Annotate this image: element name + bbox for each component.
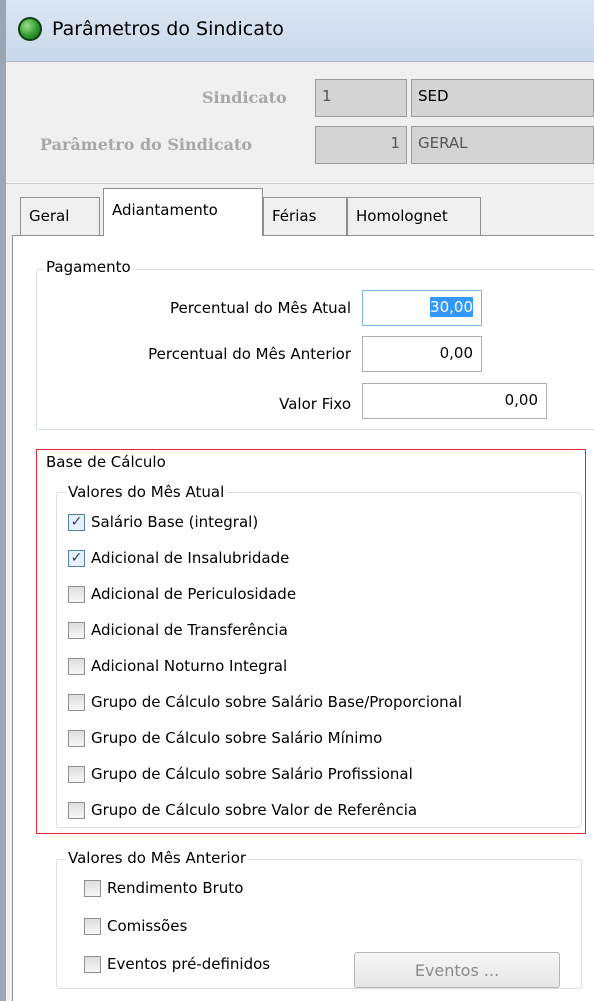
title-bar[interactable]: Parâmetros do Sindicato [6,0,594,62]
tab-geral[interactable]: Geral [20,197,100,235]
checkbox-label: Rendimento Bruto [107,879,244,897]
checkbox-row[interactable]: Comissões [84,914,187,938]
sindicato-code-field[interactable]: 1 [315,79,407,117]
sindicato-label: Sindicato [202,88,287,107]
checkbox[interactable] [84,879,101,897]
checkbox-row[interactable]: Rendimento Bruto [84,876,243,900]
percentual-anterior-label: Percentual do Mês Anterior [148,345,351,363]
sindicato-name-field[interactable]: SED [411,79,594,117]
highlight-box [36,449,586,834]
percentual-anterior-input[interactable]: 0,00 [362,336,482,372]
tab-ferias[interactable]: Férias [263,197,347,235]
window: Parâmetros do Sindicato Sindicato 1 SED … [0,0,594,1001]
checkbox-label: Eventos pré-definidos [107,955,271,973]
window-title: Parâmetros do Sindicato [52,18,284,40]
parametro-label: Parâmetro do Sindicato [40,135,253,154]
parametro-code-field[interactable]: 1 [315,126,407,164]
divider [6,183,594,184]
percentual-atual-label: Percentual do Mês Atual [169,299,351,317]
percentual-atual-input[interactable]: 30,00 [362,290,482,326]
valor-fixo-input[interactable]: 0,00 [362,383,547,419]
parametro-name-field[interactable]: GERAL [411,126,594,164]
pagamento-legend: Pagamento [44,258,133,276]
eventos-button[interactable]: Eventos ... [354,952,560,988]
tab-homolognet[interactable]: Homolognet [347,197,481,235]
app-globe-icon [18,17,42,41]
mes-anterior-legend: Valores do Mês Anterior [66,849,249,867]
tab-adiantamento[interactable]: Adiantamento [103,188,263,236]
checkbox-row[interactable]: Eventos pré-definidos [84,952,270,976]
valor-fixo-label: Valor Fixo [279,395,351,413]
checkbox[interactable] [84,917,101,935]
header-fields: Sindicato 1 SED Parâmetro do Sindicato 1… [6,63,594,183]
checkbox-label: Comissões [107,917,188,935]
checkbox[interactable] [84,955,101,973]
